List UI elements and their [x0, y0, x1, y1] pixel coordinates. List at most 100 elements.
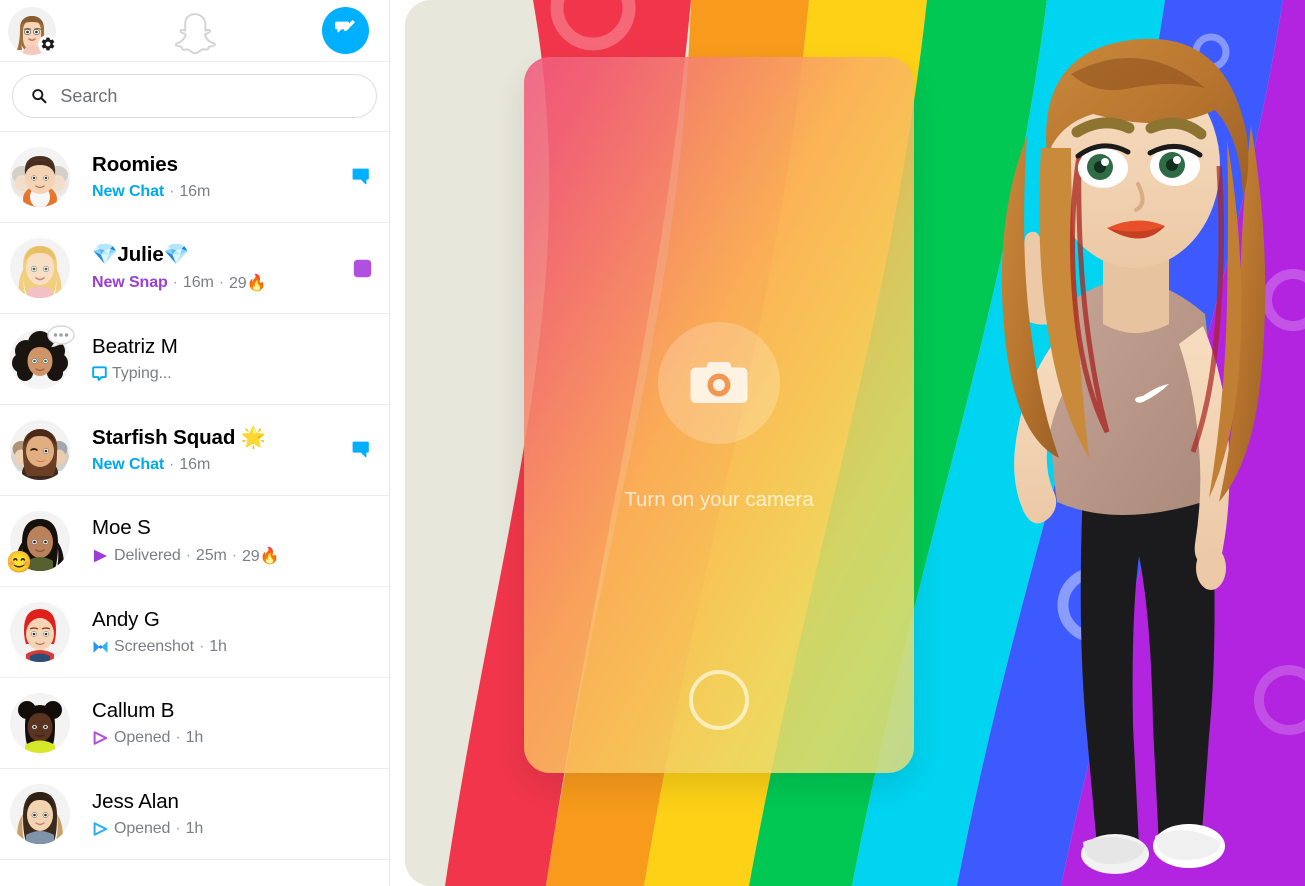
chat-timestamp: 16m	[179, 183, 211, 200]
chat-timestamp: 16m	[179, 456, 211, 473]
chat-status-label: New Chat	[92, 456, 165, 473]
chat-subtitle: Delivered · 25m · 29🔥	[92, 546, 349, 566]
bitmoji-avatar-icon	[10, 602, 70, 662]
chat-timestamp: 25m	[195, 547, 227, 564]
separator-dot: ·	[231, 547, 237, 564]
chat-text-block: Jess Alan Opened · 1h	[92, 790, 349, 838]
opened-snap-icon	[92, 730, 109, 746]
chat-timestamp: 1h	[185, 729, 204, 746]
camera-panel: Turn on your camera	[405, 0, 1305, 886]
chat-avatar	[10, 693, 70, 753]
separator-dot: ·	[169, 456, 175, 473]
new-chat-button[interactable]	[322, 7, 369, 54]
chat-text-block: Moe S Delivered · 25m · 29🔥	[92, 516, 349, 566]
chat-badge-slot	[349, 440, 375, 460]
chat-row[interactable]: Beatriz M Typing...	[0, 314, 389, 405]
unread-chat-badge	[352, 441, 369, 458]
chat-subtitle: New Snap · 16m · 29🔥	[92, 273, 349, 293]
chat-text-block: Andy G Screenshot · 1h	[92, 608, 349, 656]
snapchat-web-app: RoomiesNew Chat·16m💎Julie💎New Snap·16m·2…	[0, 0, 1305, 886]
chat-avatar-wrap[interactable]	[10, 147, 70, 207]
chat-avatar-wrap[interactable]: 😊	[6, 511, 70, 573]
separator-dot: ·	[175, 729, 181, 746]
chat-title: Jess Alan	[92, 790, 179, 813]
separator-dot: ·	[172, 274, 178, 291]
chat-title: Starfish Squad 🌟	[92, 426, 267, 449]
left-sidebar: RoomiesNew Chat·16m💎Julie💎New Snap·16m·2…	[0, 0, 390, 886]
chat-subtitle: New Chat · 16m	[92, 183, 349, 201]
streak-count: 29🔥	[228, 275, 267, 292]
chat-row[interactable]: Andy G Screenshot · 1h	[0, 587, 389, 678]
chat-list[interactable]: Roomies New Chat · 16m 💎Julie💎 New Snap · 16m · 2…	[0, 132, 389, 886]
chat-timestamp: 16m	[182, 274, 214, 291]
chat-badge-slot	[349, 259, 375, 278]
chat-subtitle: Typing...	[92, 365, 349, 383]
chat-row[interactable]: 😊 Moe S Delivered · 25m · 29🔥	[0, 496, 389, 587]
chat-status-text: Screenshot	[114, 638, 194, 655]
chat-timestamp: 1h	[209, 638, 227, 655]
separator-dot: ·	[218, 274, 224, 291]
streak-count: 29🔥	[241, 548, 280, 565]
screenshot-icon	[92, 639, 109, 655]
chat-badge-slot	[349, 167, 375, 187]
opened-chat-icon	[93, 822, 108, 836]
chat-text-block: 💎Julie💎 New Snap · 16m · 29🔥	[92, 243, 349, 293]
chat-avatar-wrap[interactable]	[10, 784, 70, 844]
ghost-icon	[174, 13, 216, 55]
chat-text-block: Roomies New Chat · 16m	[92, 153, 349, 201]
chat-subtitle: Opened · 1h	[92, 729, 349, 747]
chat-status-text: Delivered	[114, 547, 181, 564]
camera-icon	[690, 362, 748, 403]
chat-avatar-wrap[interactable]	[10, 238, 70, 298]
chat-subtitle: New Chat · 16m	[92, 456, 349, 474]
search-row	[0, 62, 389, 132]
chat-subtitle: Screenshot · 1h	[92, 638, 349, 656]
chat-avatar-wrap[interactable]	[10, 693, 70, 753]
chat-status-text: Opened	[114, 729, 171, 746]
chat-text-block: Beatriz M Typing...	[92, 335, 349, 383]
friend-emoji-badge: 😊	[6, 551, 33, 574]
settings-gear-badge[interactable]	[38, 34, 57, 54]
typing-chat-icon	[92, 366, 107, 382]
chat-avatar	[10, 147, 70, 207]
opened-snap-icon	[93, 731, 108, 745]
chat-row[interactable]: Callum B Opened · 1h	[0, 678, 389, 769]
delivered-snap-icon	[94, 549, 107, 563]
profile-avatar-button[interactable]	[8, 6, 57, 55]
chat-row[interactable]: Roomies New Chat · 16m	[0, 132, 389, 223]
chat-status-label: New Chat	[92, 183, 165, 200]
camera-card[interactable]: Turn on your camera	[524, 57, 914, 773]
chat-title: Andy G	[92, 608, 160, 631]
separator-dot: ·	[198, 638, 205, 655]
bitmoji-avatar-icon	[10, 693, 70, 753]
chat-title: Moe S	[92, 516, 151, 539]
unread-chat-badge	[352, 168, 369, 185]
chat-text-block: Callum B Opened · 1h	[92, 699, 349, 747]
bitmoji-avatar-icon	[10, 238, 70, 298]
camera-icon-circle[interactable]	[658, 322, 780, 444]
chat-row[interactable]: Jess Alan Opened · 1h	[0, 769, 389, 860]
compose-chat-icon	[335, 19, 355, 33]
chat-avatar	[10, 238, 70, 298]
chat-avatar	[10, 420, 70, 480]
chat-status-label: New Snap	[92, 274, 168, 291]
bitmoji-avatar-icon	[10, 420, 70, 480]
search-input[interactable]	[60, 85, 358, 107]
chat-row[interactable]: 💎Julie💎 New Snap · 16m · 29🔥	[0, 223, 389, 314]
chat-avatar-wrap[interactable]	[10, 325, 75, 389]
search-box[interactable]	[12, 74, 377, 118]
gear-icon	[41, 37, 54, 51]
shutter-button[interactable]	[689, 670, 749, 730]
chat-title: Roomies	[92, 153, 178, 176]
camera-prompt-label: Turn on your camera	[624, 488, 814, 511]
chat-avatar-wrap[interactable]	[10, 420, 70, 480]
typing-chat-icon	[92, 366, 107, 381]
chat-avatar-wrap[interactable]	[10, 602, 70, 662]
chat-row[interactable]: Starfish Squad 🌟 New Chat · 16m	[0, 405, 389, 496]
chat-title: Callum B	[92, 699, 175, 722]
chat-status-text: Opened	[114, 820, 171, 837]
separator-dot: ·	[185, 547, 191, 564]
snapchat-ghost-logo	[172, 12, 218, 59]
separator-dot: ·	[175, 820, 181, 837]
chat-title: 💎Julie💎	[92, 243, 190, 266]
